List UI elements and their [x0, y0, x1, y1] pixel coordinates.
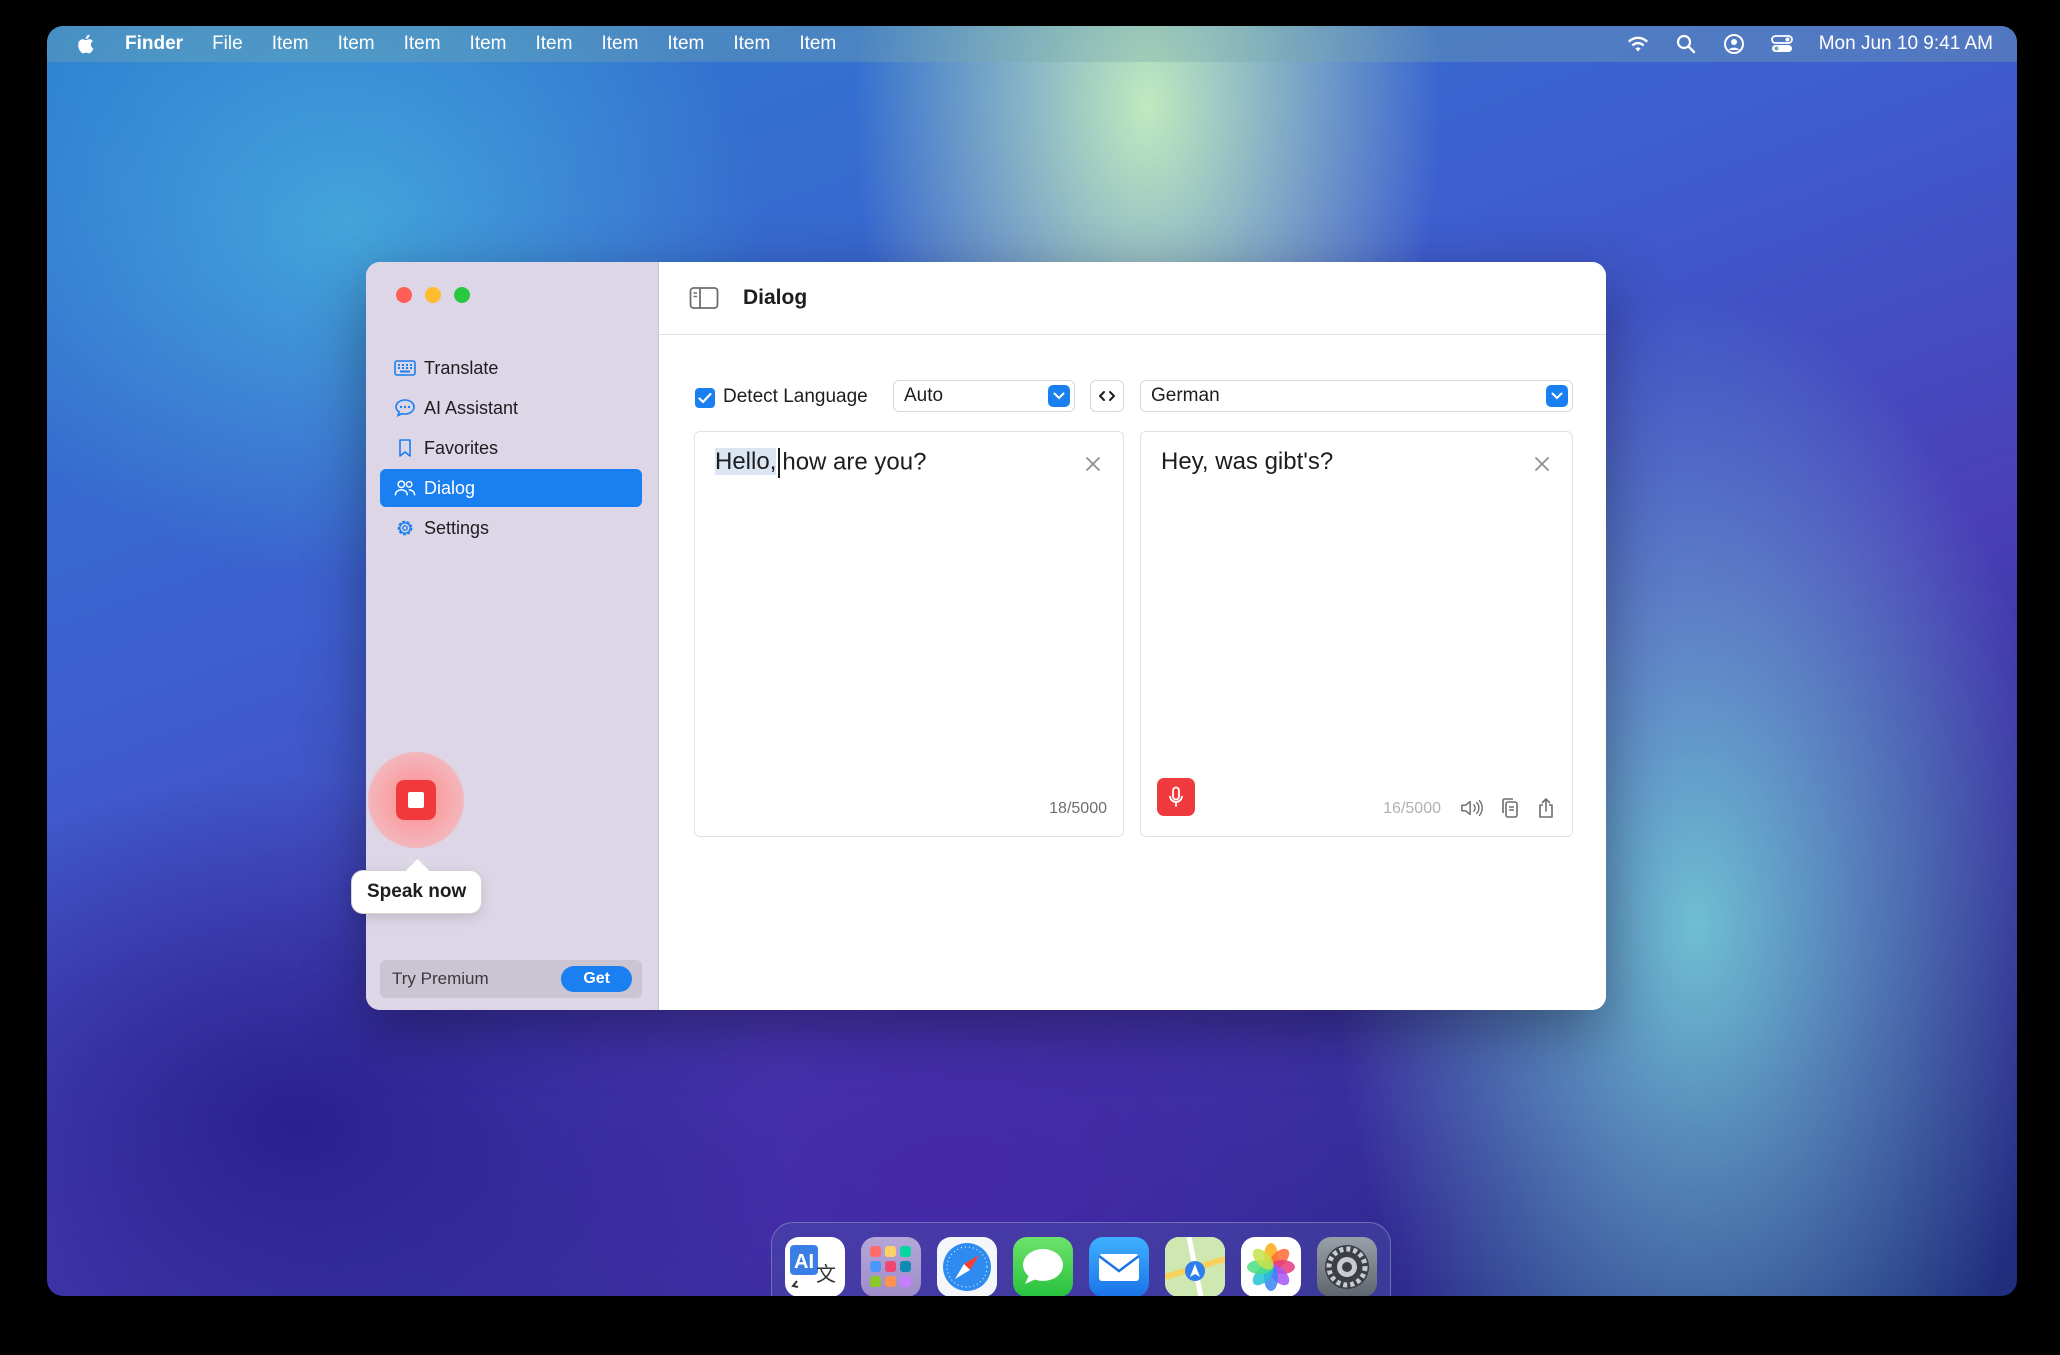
translated-text: Hey, was gibt's?: [1161, 448, 1334, 475]
clear-source-icon[interactable]: [1083, 454, 1103, 474]
target-language-select[interactable]: German: [1140, 380, 1573, 412]
sidebar-toggle-icon[interactable]: [689, 286, 719, 310]
spotlight-search-icon[interactable]: [1675, 33, 1697, 55]
wifi-icon[interactable]: [1627, 33, 1649, 55]
launchpad-icon[interactable]: [861, 1237, 921, 1296]
menu-item-8[interactable]: Item: [733, 33, 770, 55]
chevron-down-icon: [1546, 385, 1568, 407]
system-settings-icon[interactable]: [1317, 1237, 1377, 1296]
stop-icon: [408, 792, 424, 808]
detect-language-checkbox[interactable]: [695, 388, 715, 408]
keyboard-icon: [394, 357, 416, 379]
control-center-icon[interactable]: [1770, 33, 1793, 55]
menu-item-6[interactable]: Item: [601, 33, 638, 55]
menu-item-3[interactable]: Item: [404, 33, 441, 55]
menu-clock[interactable]: Mon Jun 10 9:41 AM: [1819, 33, 1993, 55]
gear-icon: [394, 517, 416, 539]
chevron-down-icon: [1048, 385, 1070, 407]
sidebar-item-label: Dialog: [424, 477, 476, 498]
microphone-button[interactable]: [1157, 778, 1195, 816]
try-premium-banner: Try Premium Get: [380, 960, 642, 998]
app-window: Translate AI Assistant Favorites Dialog …: [366, 262, 1606, 1010]
sidebar-item-ai-assistant[interactable]: AI Assistant: [380, 389, 642, 427]
copy-icon[interactable]: [1498, 796, 1522, 820]
detect-language-label: Detect Language: [723, 386, 868, 407]
speak-now-tooltip: Speak now: [351, 870, 483, 914]
messages-icon[interactable]: [1013, 1237, 1073, 1296]
zoom-window-button[interactable]: [454, 287, 470, 303]
target-text-panel: Hey, was gibt's? 16/5000: [1140, 431, 1573, 837]
source-language-select[interactable]: Auto: [893, 380, 1075, 412]
bookmark-icon: [394, 437, 416, 459]
clear-target-icon[interactable]: [1532, 454, 1552, 474]
microphone-icon: [1169, 786, 1183, 807]
menu-item-4[interactable]: Item: [470, 33, 507, 55]
sidebar-item-label: AI Assistant: [424, 397, 519, 418]
source-language-value: Auto: [904, 385, 944, 406]
target-language-value: German: [1151, 385, 1220, 406]
menu-item-9[interactable]: Item: [799, 33, 836, 55]
svg-text:AI: AI: [794, 1251, 814, 1273]
menu-item-2[interactable]: Item: [338, 33, 375, 55]
premium-label: Try Premium: [392, 969, 489, 988]
sidebar-item-dialog[interactable]: Dialog: [380, 469, 642, 507]
minimize-window-button[interactable]: [425, 287, 441, 303]
photos-icon[interactable]: [1241, 1237, 1301, 1296]
sidebar-item-settings[interactable]: Settings: [380, 509, 642, 547]
sidebar-item-translate[interactable]: Translate: [380, 349, 642, 387]
selected-text: Hello,: [715, 448, 777, 476]
share-icon[interactable]: [1534, 796, 1558, 820]
people-icon: [394, 477, 416, 499]
menu-bar: Finder File Item Item Item Item Item Ite…: [47, 26, 2017, 62]
speaker-icon[interactable]: [1460, 796, 1484, 820]
maps-icon[interactable]: [1165, 1237, 1225, 1296]
sidebar-item-favorites[interactable]: Favorites: [380, 429, 642, 467]
chat-bubble-icon: [394, 397, 416, 419]
apple-logo-icon[interactable]: [75, 33, 95, 55]
text-cursor: [778, 448, 781, 478]
menu-file[interactable]: File: [212, 33, 243, 55]
svg-text:文: 文: [816, 1262, 836, 1286]
dock: AI 文: [771, 1222, 1391, 1296]
get-premium-button[interactable]: Get: [561, 966, 632, 992]
source-text-panel[interactable]: Hello, how are you? 18/5000: [694, 431, 1124, 837]
source-text-rest: how are you?: [782, 448, 927, 476]
menu-item-1[interactable]: Item: [272, 33, 309, 55]
menu-item-5[interactable]: Item: [536, 33, 573, 55]
mail-icon[interactable]: [1089, 1237, 1149, 1296]
target-char-count: 16/5000: [1383, 800, 1441, 817]
close-window-button[interactable]: [396, 287, 412, 303]
sidebar-item-label: Settings: [424, 517, 490, 538]
page-title: Dialog: [743, 286, 808, 309]
sidebar-item-label: Favorites: [424, 437, 499, 458]
stop-recording-button[interactable]: [396, 780, 436, 820]
menu-app-name[interactable]: Finder: [125, 33, 183, 55]
swap-languages-button[interactable]: [1090, 380, 1124, 412]
main-content: Dialog Detect Language Auto German Hello…: [659, 262, 1606, 1010]
translate-app-icon[interactable]: AI 文: [785, 1237, 845, 1296]
swap-arrows-icon: [1099, 391, 1115, 401]
menu-item-7[interactable]: Item: [667, 33, 704, 55]
safari-icon[interactable]: [937, 1237, 997, 1296]
sidebar-item-label: Translate: [424, 357, 499, 378]
source-char-count: 18/5000: [1049, 800, 1107, 817]
user-account-icon[interactable]: [1723, 33, 1745, 55]
tooltip-text: Speak now: [367, 881, 467, 902]
source-text-input[interactable]: Hello, how are you?: [715, 448, 926, 478]
title-bar: Dialog: [659, 262, 1606, 335]
